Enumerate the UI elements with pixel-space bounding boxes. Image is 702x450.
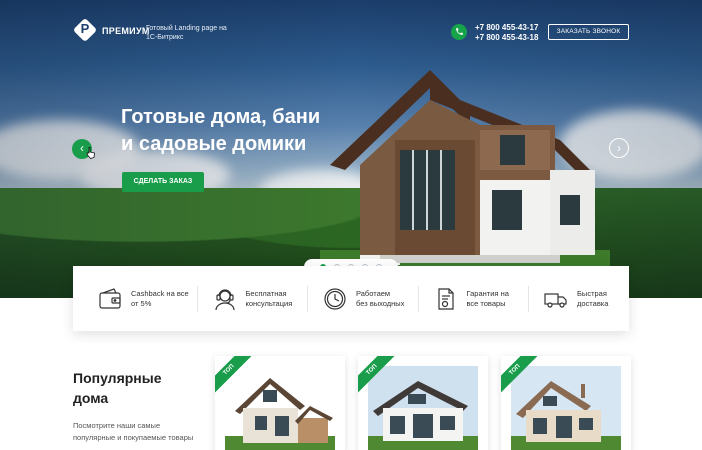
popular-description: Посмотрите наши самые популярные и покуп… xyxy=(73,421,194,442)
features-bar: Cashback на все от 5% Бесплатная консульта… xyxy=(73,266,629,331)
popular-title-line1: Популярные xyxy=(73,370,162,386)
hero-banner: P ПРЕМИУМ Готовый Landing page на 1С-Бит… xyxy=(0,0,702,298)
feature-consultation-line2: консультация xyxy=(245,298,293,308)
wallet-icon xyxy=(99,287,121,309)
feature-warranty-line1: Гарантия на xyxy=(466,288,509,298)
product-card[interactable]: ТОП xyxy=(501,356,631,450)
phone-icon xyxy=(451,24,467,40)
request-callback-button[interactable]: ЗАКАЗАТЬ ЗВОНОК xyxy=(548,24,629,40)
popular-section-title: Популярные дома xyxy=(73,368,213,408)
product-card[interactable]: ТОП xyxy=(358,356,488,450)
delivery-truck-icon xyxy=(544,292,567,308)
house-thumbnail xyxy=(511,366,621,450)
mouse-pointer-icon xyxy=(86,147,95,159)
certificate-icon xyxy=(437,287,454,310)
brand-logo[interactable]: P xyxy=(72,17,98,43)
house-thumbnail xyxy=(225,366,335,450)
phone-number-2[interactable]: +7 800 455-43-18 xyxy=(475,33,538,43)
feature-consultation-line1: Бесплатная xyxy=(245,288,287,298)
support-agent-icon xyxy=(214,288,235,310)
phone-numbers: +7 800 455-43-17 +7 800 455-43-18 xyxy=(475,23,538,43)
logo-letter: P xyxy=(80,21,90,36)
feature-cashback-line2: от 5% xyxy=(131,298,152,308)
landing-page: P ПРЕМИУМ Готовый Landing page на 1С-Бит… xyxy=(0,0,702,450)
place-order-button[interactable]: СДЕЛАТЬ ЗАКАЗ xyxy=(122,172,204,192)
clock-icon xyxy=(324,287,346,310)
brand-tagline: Готовый Landing page на 1С-Битрикс xyxy=(146,25,227,41)
house-thumbnail xyxy=(368,366,478,450)
chevron-left-icon: ‹ xyxy=(80,141,84,155)
phone-number-1[interactable]: +7 800 455-43-17 xyxy=(475,23,538,33)
feature-cashback-line1: Cashback на все xyxy=(131,288,189,298)
product-card[interactable]: ТОП xyxy=(215,356,345,450)
feature-consultation: Бесплатная консультация xyxy=(212,279,308,319)
feature-delivery: Быстрая доставка xyxy=(543,279,629,319)
hero-headline: Готовые дома, бани и садовые домики xyxy=(121,104,361,158)
house-image xyxy=(320,70,610,270)
feature-schedule-line1: Работаем xyxy=(356,288,391,298)
headline-line-2: и садовые домики xyxy=(121,133,307,155)
popular-title-line2: дома xyxy=(73,390,109,406)
headline-line-1: Готовые дома, бани xyxy=(121,106,321,128)
slider-next-button[interactable]: › xyxy=(609,138,629,158)
feature-delivery-line2: доставка xyxy=(577,298,609,308)
feature-warranty: Гарантия на все товары xyxy=(433,279,529,319)
feature-cashback: Cashback на все от 5% xyxy=(97,279,193,319)
feature-delivery-line1: Быстрая xyxy=(577,288,607,298)
brand-name[interactable]: ПРЕМИУМ xyxy=(102,26,150,36)
feature-schedule: Работаем без выходных xyxy=(322,279,418,319)
feature-warranty-line2: все товары xyxy=(466,298,506,308)
chevron-right-icon: › xyxy=(617,141,621,155)
feature-schedule-line2: без выходных xyxy=(356,298,405,308)
